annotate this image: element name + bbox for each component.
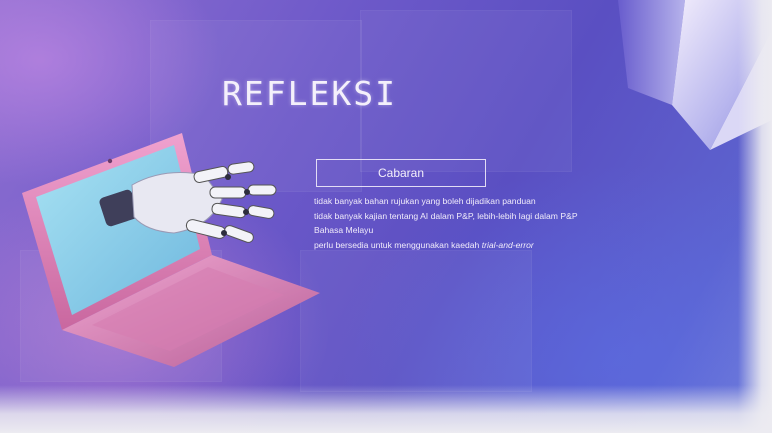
laptop-icon (22, 133, 320, 367)
content-line: tidak banyak kajian tentang AI dalam P&P… (314, 210, 578, 221)
section-heading-box: Cabaran (316, 159, 486, 187)
slide-title: REFLEKSI (222, 74, 397, 113)
laptop-illustration (22, 133, 320, 367)
content-line: Bahasa Melayu (314, 225, 374, 235)
photo-glare-right (738, 0, 772, 433)
content-line: perlu bersedia untuk menggunakan kaedah … (314, 238, 669, 253)
content-list: tidak banyak bahan rujukan yang boleh di… (314, 194, 669, 252)
content-line-emphasis: trial-and-error (481, 239, 534, 250)
slide-canvas: REFLEKSI Cabaran tidak banyak bahan ruju… (0, 0, 772, 433)
photo-glare-bottom (0, 385, 772, 433)
bg-panel (300, 250, 532, 392)
content-line: tidak banyak bahan rujukan yang boleh di… (314, 196, 536, 206)
content-line-text: perlu bersedia untuk menggunakan kaedah (314, 239, 482, 250)
section-heading: Cabaran (377, 166, 425, 180)
